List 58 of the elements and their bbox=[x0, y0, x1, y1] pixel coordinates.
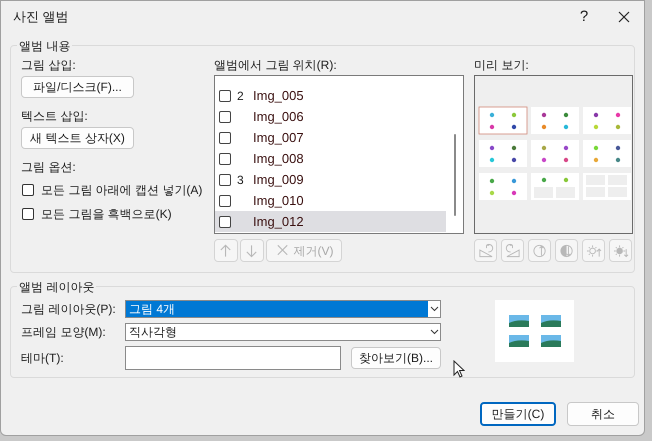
picture-name: Img_008 bbox=[253, 150, 304, 168]
list-row[interactable]: Img_012 bbox=[215, 211, 446, 232]
pointer-icon bbox=[453, 360, 465, 378]
list-row[interactable]: Img_007 bbox=[215, 127, 446, 148]
list-row[interactable]: 3 Img_009 bbox=[215, 169, 446, 190]
checkbox-label: 모든 그림 아래에 캡션 넣기(A) bbox=[41, 182, 202, 199]
preview-label: 미리 보기: bbox=[474, 57, 530, 73]
theme-field[interactable] bbox=[125, 346, 341, 370]
create-button[interactable]: 만들기(C) bbox=[480, 402, 556, 426]
four-pictures-drawing bbox=[508, 315, 560, 347]
list-row[interactable]: 2 Img_005 bbox=[215, 85, 446, 106]
section-label: 그림 삽입: bbox=[21, 57, 76, 73]
slide-number: 3 bbox=[236, 172, 245, 188]
caret-icon bbox=[430, 306, 439, 312]
list-label: 앨범에서 그림 위치(R): bbox=[214, 57, 338, 73]
new-text-box-button[interactable]: 새 텍스트 상자(X) bbox=[21, 127, 134, 149]
checkbox[interactable] bbox=[219, 132, 231, 144]
picture-name: Img_007 bbox=[253, 128, 304, 147]
close-icon[interactable] bbox=[618, 11, 630, 23]
field-label: 그림 레이아웃(P): bbox=[21, 301, 117, 318]
checkbox-label: 모든 그림을 흑백으로(K) bbox=[41, 206, 172, 223]
dropdown-value: 직사각형 bbox=[128, 324, 178, 340]
section-label: 그림 옵션: bbox=[21, 159, 76, 175]
picture-list[interactable]: 2 Img_005 Img_006 Img_007 Img_008 3 Img_009 Img_010 Img_012 bbox=[214, 75, 464, 234]
checkbox[interactable] bbox=[219, 152, 231, 164]
rotate-right-icon bbox=[504, 242, 520, 259]
scrollbar-thumb[interactable] bbox=[454, 134, 456, 216]
field-label: 테마(T): bbox=[21, 350, 65, 367]
help-button[interactable]: ? bbox=[572, 5, 596, 29]
file-disk-button[interactable]: 파일/디스크(F)... bbox=[21, 76, 134, 98]
browse-button[interactable]: 찾아보기(B)... bbox=[351, 347, 441, 369]
checkbox[interactable] bbox=[22, 208, 34, 220]
checkbox[interactable] bbox=[22, 184, 34, 196]
list-row[interactable]: Img_008 bbox=[215, 148, 446, 169]
picture-name: Img_010 bbox=[253, 192, 304, 210]
checkbox[interactable] bbox=[219, 174, 231, 186]
list-row[interactable]: Img_006 bbox=[215, 106, 446, 127]
picture-name: Img_009 bbox=[253, 170, 304, 189]
dropdown-value: 그림 4개 bbox=[126, 301, 428, 317]
checkbox[interactable] bbox=[219, 110, 231, 122]
contrast-down-icon bbox=[558, 242, 574, 259]
checkbox[interactable] bbox=[219, 90, 231, 102]
cancel-button[interactable]: 취소 bbox=[567, 402, 639, 426]
checkbox[interactable] bbox=[219, 194, 231, 206]
checkbox[interactable] bbox=[219, 216, 231, 228]
picture-name: Img_012 bbox=[253, 212, 304, 231]
slide-number: 2 bbox=[236, 88, 245, 104]
rotate-left-icon bbox=[478, 242, 494, 259]
picture-name: Img_006 bbox=[253, 108, 304, 126]
caret-icon bbox=[430, 329, 439, 335]
picture-name: Img_005 bbox=[253, 86, 304, 105]
frame-shape-dropdown[interactable]: 직사각형 bbox=[125, 323, 441, 341]
section-label: 텍스트 삽입: bbox=[21, 108, 88, 124]
picture-layout-dropdown[interactable]: 그림 4개 bbox=[125, 300, 441, 318]
window-title: 사진 앨범 bbox=[13, 8, 69, 26]
field-label: 프레임 모양(M): bbox=[21, 324, 107, 341]
contrast-up-icon bbox=[532, 242, 548, 259]
list-row[interactable]: Img_010 bbox=[215, 190, 446, 211]
